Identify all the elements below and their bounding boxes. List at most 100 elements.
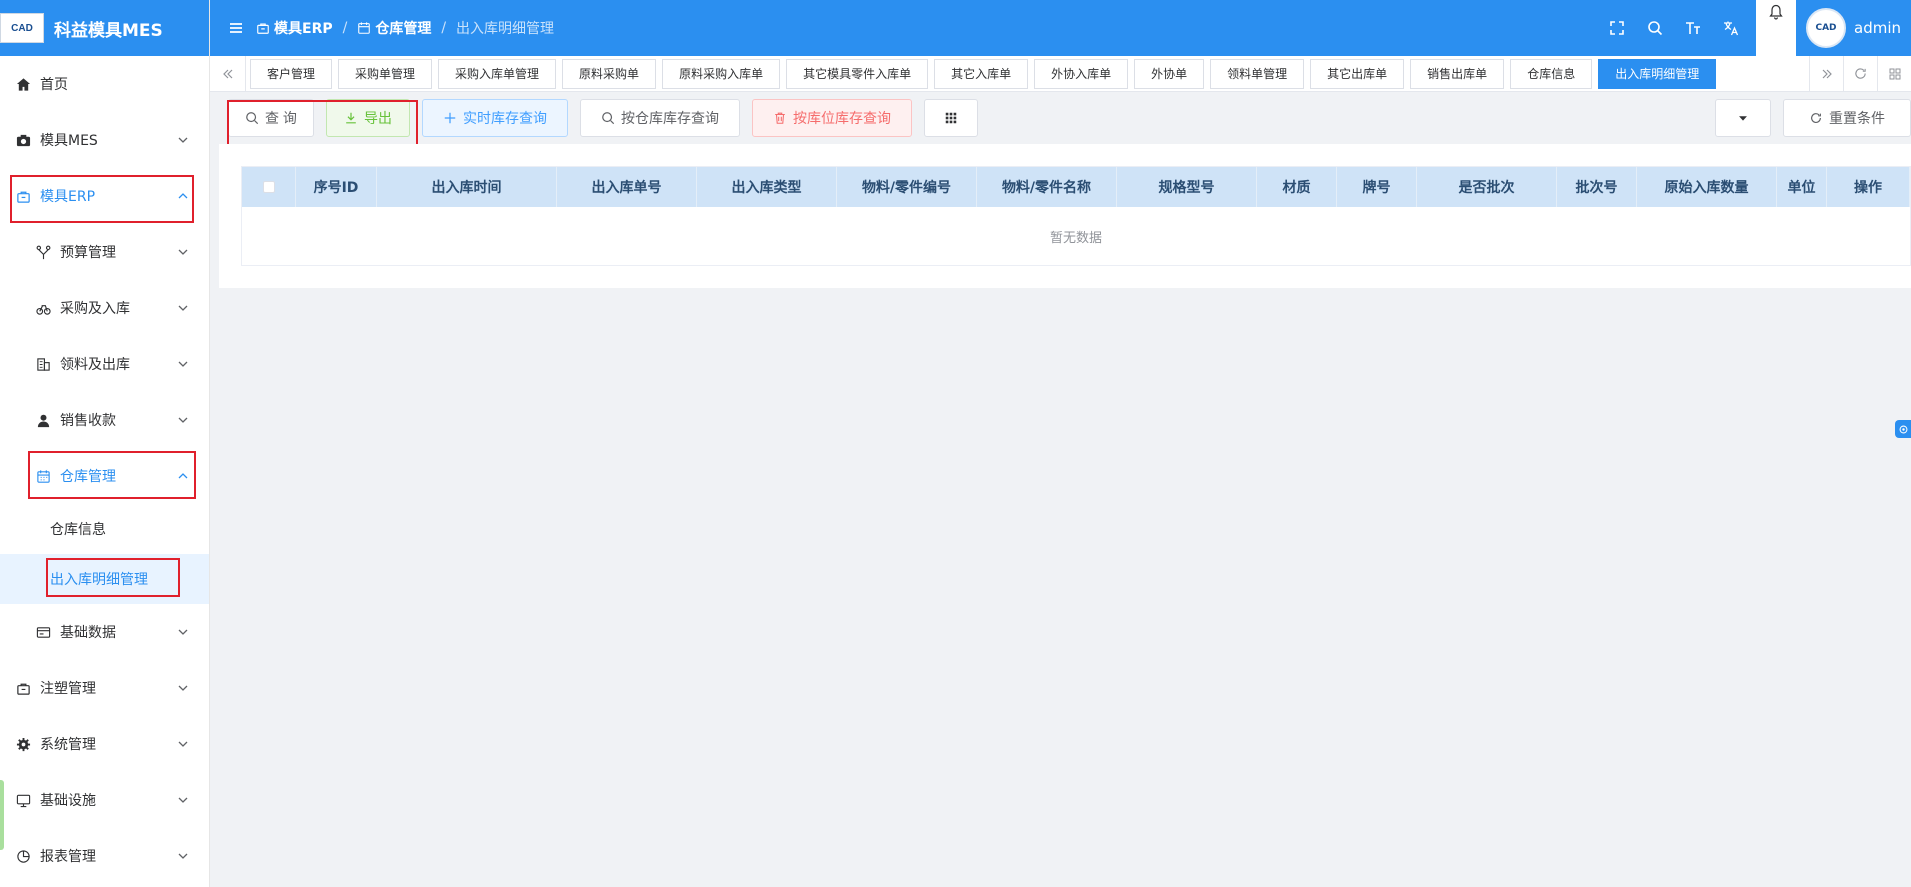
- sidebar-item-label: 销售收款: [60, 413, 116, 429]
- user-menu[interactable]: CAD admin: [1806, 8, 1911, 48]
- export-button-label: 导出: [364, 110, 392, 126]
- column-header[interactable]: 出入库时间: [377, 167, 557, 207]
- sidebar-item-label: 模具MES: [40, 133, 98, 149]
- sidebar-item-inout-detail[interactable]: 出入库明细管理: [0, 554, 209, 604]
- calendar-icon: [358, 22, 371, 34]
- floating-edge-handle[interactable]: [0, 780, 4, 850]
- tab-sales-outbound[interactable]: 销售出库单: [1410, 58, 1505, 89]
- header-actions: CAD admin: [1598, 0, 1911, 56]
- reset-conditions-button[interactable]: 重置条件: [1783, 99, 1911, 137]
- column-header[interactable]: 物料/零件名称: [977, 167, 1117, 207]
- chevron-down-icon: [177, 626, 189, 638]
- caret-down-icon: [1739, 116, 1747, 121]
- tab-inout-detail[interactable]: 出入库明细管理: [1598, 58, 1717, 89]
- query-button-label: 查 询: [265, 110, 297, 126]
- tab-requisition[interactable]: 领料单管理: [1210, 58, 1305, 89]
- notification-bell-icon[interactable]: [1756, 0, 1796, 56]
- tabs-scroll-right-icon[interactable]: [1809, 55, 1843, 92]
- top-header: 模具ERP / 仓库管理 / 出入库明细管理 CAD admin: [210, 0, 1911, 56]
- tabs-scroll-left-icon[interactable]: [210, 55, 246, 92]
- sidebar-item-mold-erp[interactable]: 模具ERP: [0, 168, 209, 224]
- settings-drawer-gear-icon[interactable]: [1895, 420, 1911, 438]
- tab-warehouse-info[interactable]: 仓库信息: [1510, 58, 1593, 89]
- sidebar-item-budget[interactable]: 预算管理: [0, 224, 209, 280]
- tab-outsourcing-inbound[interactable]: 外协入库单: [1034, 58, 1129, 89]
- sidebar-item-warehouse-info[interactable]: 仓库信息: [0, 504, 209, 554]
- sidebar: CAD 科益模具MES 首页 模具MES 模具ERP 预算管理 采购及入库 领料…: [0, 0, 210, 887]
- translate-icon[interactable]: [1712, 20, 1750, 36]
- sidebar-item-label: 仓库信息: [50, 522, 106, 538]
- table-header-row: 序号ID 出入库时间 出入库单号 出入库类型 物料/零件编号 物料/零件名称 规…: [242, 167, 1910, 207]
- column-header: 操作: [1827, 167, 1910, 207]
- bag-icon: [257, 23, 269, 34]
- tab-customer[interactable]: 客户管理: [250, 58, 333, 89]
- tab-purchase-order[interactable]: 采购单管理: [338, 58, 433, 89]
- realtime-stock-query-button[interactable]: 实时库存查询: [422, 99, 568, 137]
- breadcrumb-label: 模具ERP: [274, 21, 333, 37]
- tab-other-outbound[interactable]: 其它出库单: [1310, 58, 1405, 89]
- chevron-down-icon: [177, 738, 189, 750]
- warehouse-stock-query-label: 按仓库库存查询: [621, 110, 719, 126]
- dropdown-toggle-button[interactable]: [1715, 99, 1771, 137]
- query-button[interactable]: 查 询: [228, 99, 314, 137]
- column-header[interactable]: 单位: [1777, 167, 1827, 207]
- breadcrumb-item-warehouse[interactable]: 仓库管理: [357, 18, 431, 38]
- sidebar-item-reports[interactable]: 报表管理: [0, 828, 209, 884]
- chevron-down-icon: [177, 302, 189, 314]
- sidebar-item-warehouse[interactable]: 仓库管理: [0, 448, 209, 504]
- sidebar-item-system[interactable]: 系统管理: [0, 716, 209, 772]
- warehouse-stock-query-button[interactable]: 按仓库库存查询: [580, 99, 740, 137]
- tab-other-inbound[interactable]: 其它入库单: [934, 58, 1029, 89]
- export-button[interactable]: 导出: [326, 99, 410, 137]
- sidebar-item-infrastructure[interactable]: 基础设施: [0, 772, 209, 828]
- sidebar-item-label: 注塑管理: [40, 681, 96, 697]
- select-all-cell[interactable]: [242, 167, 296, 207]
- tab-other-mold-part-inbound[interactable]: 其它模具零件入库单: [786, 58, 929, 89]
- chevron-down-icon: [177, 682, 189, 694]
- sidebar-item-sales[interactable]: 销售收款: [0, 392, 209, 448]
- column-header[interactable]: 物料/零件编号: [837, 167, 977, 207]
- font-size-icon[interactable]: [1674, 20, 1712, 36]
- tabs-list: 客户管理 采购单管理 采购入库单管理 原料采购单 原料采购入库单 其它模具零件入…: [246, 56, 1809, 92]
- breadcrumb-item-mold-erp[interactable]: 模具ERP: [256, 18, 333, 38]
- sidebar-item-mold-mes[interactable]: 模具MES: [0, 112, 209, 168]
- sidebar-item-home[interactable]: 首页: [0, 56, 209, 112]
- tab-outsourcing-order[interactable]: 外协单: [1134, 58, 1205, 89]
- sidebar-item-basic-data[interactable]: 基础数据: [0, 604, 209, 660]
- refresh-icon[interactable]: [1843, 55, 1877, 92]
- search-icon[interactable]: [1636, 20, 1674, 36]
- select-all-checkbox[interactable]: [262, 181, 275, 193]
- tab-purchase-inbound[interactable]: 采购入库单管理: [438, 58, 557, 89]
- sidebar-item-label: 基础数据: [60, 625, 116, 641]
- location-stock-query-button[interactable]: 按库位库存查询: [752, 99, 912, 137]
- bag-icon: [14, 187, 32, 205]
- chevron-up-icon: [177, 190, 189, 202]
- column-header[interactable]: 规格型号: [1117, 167, 1257, 207]
- column-settings-button[interactable]: [924, 99, 978, 137]
- sidebar-item-purchase[interactable]: 采购及入库: [0, 280, 209, 336]
- tree-icon: [34, 243, 52, 261]
- column-header[interactable]: 批次号: [1557, 167, 1637, 207]
- column-header[interactable]: 原始入库数量: [1637, 167, 1777, 207]
- column-header[interactable]: 牌号: [1337, 167, 1417, 207]
- logo-bar: CAD 科益模具MES: [0, 0, 209, 56]
- sidebar-item-injection[interactable]: 注塑管理: [0, 660, 209, 716]
- tab-raw-purchase[interactable]: 原料采购单: [562, 58, 657, 89]
- menu-toggle-icon[interactable]: [216, 20, 256, 36]
- fullscreen-icon[interactable]: [1598, 20, 1636, 36]
- username: admin: [1854, 19, 1901, 37]
- sidebar-item-label: 系统管理: [40, 737, 96, 753]
- sidebar-item-material-out[interactable]: 领料及出库: [0, 336, 209, 392]
- realtime-stock-query-label: 实时库存查询: [463, 110, 547, 126]
- column-header[interactable]: 出入库类型: [697, 167, 837, 207]
- building-icon: [34, 355, 52, 373]
- sidebar-item-label: 仓库管理: [60, 469, 116, 485]
- column-header[interactable]: 材质: [1257, 167, 1337, 207]
- column-header[interactable]: 是否批次: [1417, 167, 1557, 207]
- column-header[interactable]: 出入库单号: [557, 167, 697, 207]
- grid-icon: [945, 112, 957, 124]
- gear-icon: [14, 735, 32, 753]
- tab-raw-purchase-inbound[interactable]: 原料采购入库单: [662, 58, 781, 89]
- column-header[interactable]: 序号ID: [296, 167, 377, 207]
- tabs-menu-icon[interactable]: [1877, 55, 1911, 92]
